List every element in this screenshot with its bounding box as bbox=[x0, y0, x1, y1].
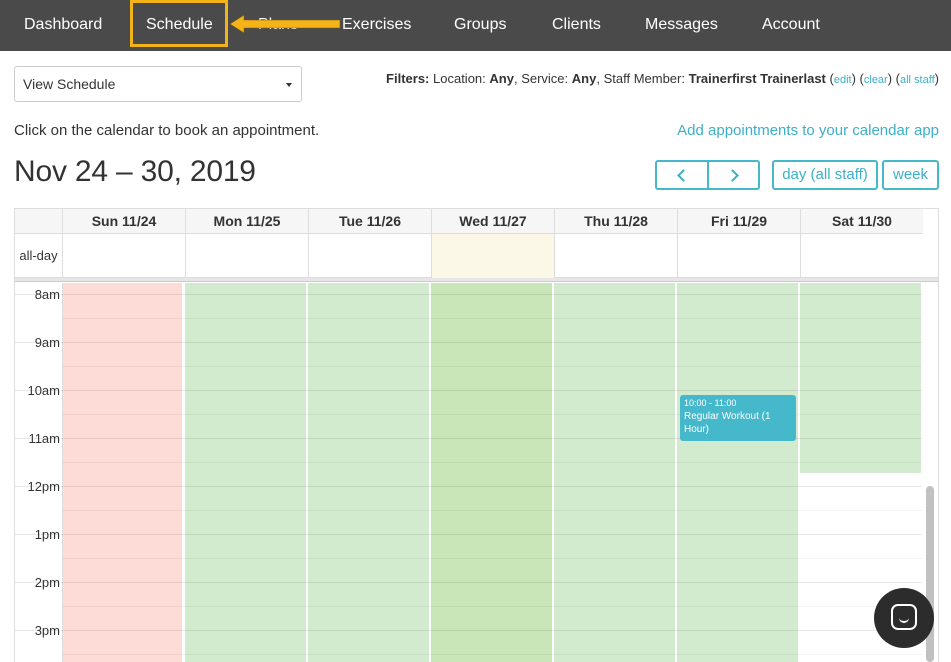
all-staff-link[interactable]: all staff bbox=[900, 74, 935, 86]
all-day-row: all-day bbox=[15, 234, 938, 278]
half-hour-line bbox=[62, 366, 922, 367]
half-hour-line bbox=[62, 510, 922, 511]
caret-down-icon bbox=[286, 83, 292, 87]
view-select-value: View Schedule bbox=[23, 76, 116, 92]
booking-hint: Click on the calendar to book an appoint… bbox=[14, 122, 320, 139]
nav-groups[interactable]: Groups bbox=[454, 0, 506, 51]
all-day-cell[interactable] bbox=[185, 234, 308, 278]
appointment-event[interactable]: 10:00 - 11:00 Regular Workout (1 Hour) bbox=[680, 395, 796, 441]
location-value: Any bbox=[489, 71, 514, 86]
hour-line bbox=[15, 342, 922, 343]
week-calendar: Sun 11/24 Mon 11/25 Tue 11/26 Wed 11/27 Thu … bbox=[14, 208, 939, 662]
staff-value: Trainerfirst Trainerlast bbox=[688, 71, 826, 86]
all-day-cell[interactable] bbox=[62, 234, 185, 278]
next-week-button[interactable] bbox=[707, 160, 760, 190]
half-hour-line bbox=[62, 462, 922, 463]
day-header: Thu 11/28 bbox=[554, 209, 677, 234]
nav-account[interactable]: Account bbox=[762, 0, 820, 51]
half-hour-line bbox=[62, 558, 922, 559]
time-label: 2pm bbox=[34, 575, 60, 590]
previous-week-button[interactable] bbox=[655, 160, 709, 190]
clear-filters-link[interactable]: clear bbox=[864, 74, 888, 86]
view-schedule-select[interactable]: View Schedule bbox=[14, 66, 302, 102]
hour-line bbox=[15, 390, 922, 391]
time-label: 12pm bbox=[27, 479, 60, 494]
left-arrow-icon bbox=[230, 14, 341, 34]
day-header: Mon 11/25 bbox=[185, 209, 308, 234]
top-navigation-bar: Dashboard Schedule Plans Exercises Group… bbox=[0, 0, 951, 51]
hour-line bbox=[15, 294, 922, 295]
all-day-cell[interactable] bbox=[800, 234, 923, 278]
chevron-left-icon bbox=[677, 169, 690, 182]
all-day-cell[interactable] bbox=[308, 234, 431, 278]
event-title: Regular Workout (1 Hour) bbox=[684, 411, 771, 435]
header-gutter bbox=[15, 209, 62, 234]
service-value: Any bbox=[571, 71, 597, 86]
staff-label: Staff Member: bbox=[603, 71, 685, 86]
all-day-label: all-day bbox=[19, 248, 58, 263]
date-range-title: Nov 24 – 30, 2019 bbox=[14, 155, 256, 188]
day-header: Tue 11/26 bbox=[308, 209, 431, 234]
day-column[interactable] bbox=[800, 283, 921, 473]
day-all-staff-button[interactable]: day (all staff) bbox=[772, 160, 878, 190]
edit-filters-link[interactable]: edit bbox=[834, 74, 852, 86]
hour-line bbox=[15, 630, 922, 631]
all-day-divider bbox=[15, 278, 938, 282]
all-day-cell[interactable] bbox=[431, 234, 554, 278]
time-label: 8am bbox=[34, 287, 60, 302]
hour-line bbox=[15, 582, 922, 583]
time-grid[interactable]: 8am 9am 10am 11am 12pm 1pm 2pm 3pm 10:00 - 11:00… bbox=[15, 283, 938, 662]
nav-dashboard[interactable]: Dashboard bbox=[24, 0, 102, 51]
half-hour-line bbox=[62, 654, 922, 655]
time-label: 1pm bbox=[34, 527, 60, 542]
location-label: Location: bbox=[433, 71, 486, 86]
half-hour-line bbox=[62, 606, 922, 607]
nav-clients[interactable]: Clients bbox=[552, 0, 601, 51]
day-header: Wed 11/27 bbox=[431, 209, 554, 234]
hour-line bbox=[15, 534, 922, 535]
add-to-calendar-app-link[interactable]: Add appointments to your calendar app bbox=[677, 122, 939, 139]
schedule-highlight-box bbox=[130, 0, 228, 47]
chat-launcher-button[interactable] bbox=[874, 588, 934, 648]
day-header: Sun 11/24 bbox=[62, 209, 185, 234]
chat-icon bbox=[891, 604, 917, 630]
day-header: Fri 11/29 bbox=[677, 209, 800, 234]
half-hour-line bbox=[62, 318, 922, 319]
day-header: Sat 11/30 bbox=[800, 209, 923, 234]
nav-exercises[interactable]: Exercises bbox=[342, 0, 411, 51]
hour-line bbox=[15, 486, 922, 487]
chevron-right-icon bbox=[725, 169, 739, 182]
filters-summary: Filters: Location: Any, Service: Any, St… bbox=[386, 71, 939, 86]
time-label: 10am bbox=[27, 383, 60, 398]
nav-messages[interactable]: Messages bbox=[645, 0, 718, 51]
all-day-cell[interactable] bbox=[677, 234, 800, 278]
service-label: Service: bbox=[521, 71, 569, 86]
time-label: 9am bbox=[34, 335, 60, 350]
all-day-cell[interactable] bbox=[554, 234, 677, 278]
week-view-button[interactable]: week bbox=[882, 160, 939, 190]
time-label: 11am bbox=[28, 431, 60, 446]
time-label: 3pm bbox=[34, 623, 60, 638]
event-time: 10:00 - 11:00 bbox=[684, 398, 737, 408]
filters-label: Filters: bbox=[386, 71, 430, 86]
